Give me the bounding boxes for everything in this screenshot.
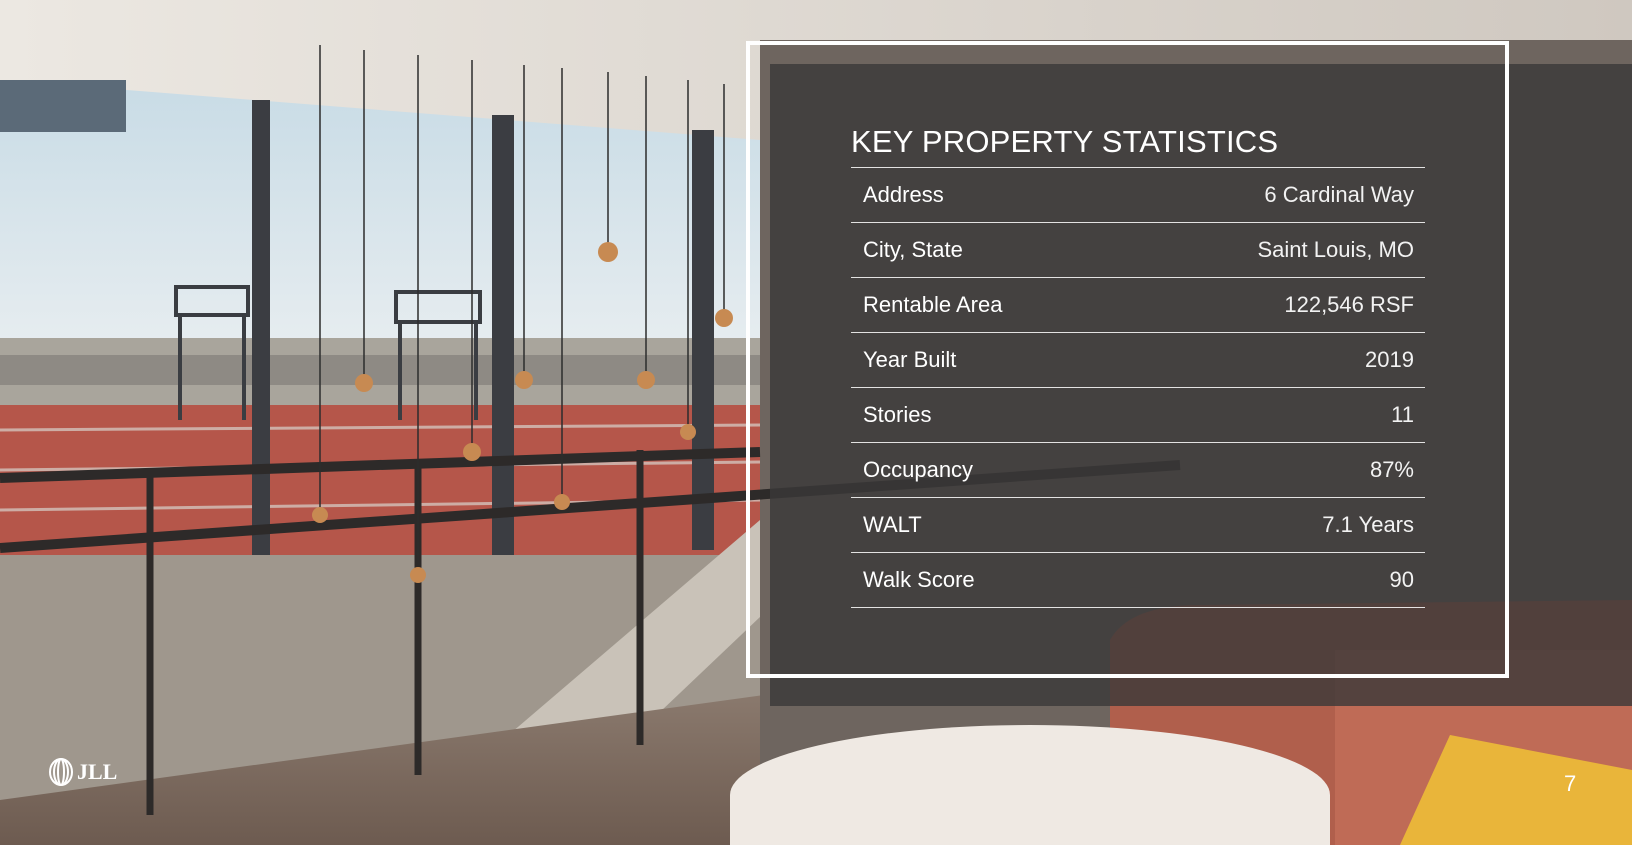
stat-value: 90 (1389, 567, 1414, 592)
page-number: 7 (1564, 771, 1577, 796)
stat-label: Year Built (863, 347, 957, 372)
jll-logo-icon (49, 758, 73, 786)
stat-value: 87% (1369, 457, 1414, 482)
stat-value: 2019 (1365, 347, 1414, 372)
stat-value: 6 Cardinal Way (1264, 182, 1414, 207)
stat-label: Address (863, 182, 944, 207)
stat-value: 11 (1391, 402, 1414, 427)
stat-label: Stories (863, 402, 932, 427)
page-title: KEY PROPERTY STATISTICS (851, 124, 1279, 159)
logo-text: JLL (77, 759, 118, 784)
stat-value: 7.1 Years (1322, 512, 1414, 537)
stats-row-rentable-area: Rentable Area 122,546 RSF (851, 278, 1425, 333)
stats-row-walk-score: Walk Score 90 (851, 553, 1425, 608)
stats-row-walt: WALT 7.1 Years (851, 498, 1425, 553)
stats-row-year-built: Year Built 2019 (851, 333, 1425, 388)
stat-label: Rentable Area (863, 292, 1003, 317)
stat-label: City, State (863, 237, 963, 262)
stat-label: Occupancy (863, 457, 974, 482)
stats-table: Address 6 Cardinal Way City, State Saint… (851, 167, 1425, 608)
stat-label: WALT (863, 512, 922, 537)
stat-value: 122,546 RSF (1284, 292, 1414, 317)
stats-row-occupancy: Occupancy 87% (851, 443, 1425, 498)
stats-row-address: Address 6 Cardinal Way (851, 168, 1425, 223)
stats-row-city-state: City, State Saint Louis, MO (851, 223, 1425, 278)
stats-row-stories: Stories 11 (851, 388, 1425, 443)
stat-label: Walk Score (863, 567, 975, 592)
jll-logo: JLL (48, 757, 117, 787)
stat-value: Saint Louis, MO (1257, 237, 1414, 262)
